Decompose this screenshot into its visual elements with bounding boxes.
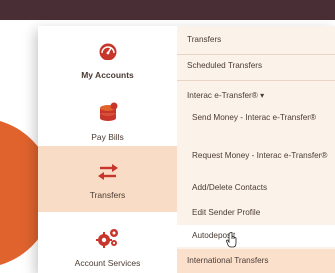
submenu-item-scheduled-transfers[interactable]: Scheduled Transfers [177,60,335,72]
nav-label-account-services: Account Services [74,258,141,268]
submenu-item-autodeposit[interactable]: Autodeposit [177,225,335,247]
screenshot-frame: My Accounts Pay Bills Transfers Account … [0,0,335,273]
submenu-item-request-money[interactable]: Request Money - Interac e-Transfer® [177,150,335,162]
divider [177,54,335,55]
nav-item-transfers[interactable]: Transfers [38,146,177,212]
nav-item-pay-bills[interactable]: Pay Bills [38,86,177,146]
submenu-item-send-money[interactable]: Send Money - Interac e-Transfer® [177,112,335,124]
submenu-item-add-delete-contacts[interactable]: Add/Delete Contacts [177,182,335,194]
submenu-item-transfers[interactable]: Transfers [177,34,335,46]
transfer-arrows-icon [97,164,119,185]
nav-label-my-accounts: My Accounts [81,70,134,80]
submenu-item-international-transfers[interactable]: International Transfers [177,249,335,273]
coins-icon [97,102,119,127]
divider [177,80,335,81]
transfers-submenu: Transfers Scheduled Transfers Interac e-… [177,26,335,273]
nav-label-transfers: Transfers [89,190,126,200]
submenu-item-edit-sender-profile[interactable]: Edit Sender Profile [177,207,335,219]
speedometer-icon [98,42,118,65]
nav-label-pay-bills: Pay Bills [91,132,124,142]
top-bar [0,0,335,20]
nav-item-my-accounts[interactable]: My Accounts [38,26,177,86]
left-nav: My Accounts Pay Bills Transfers Account … [38,26,177,273]
hand-cursor-icon [226,232,238,253]
gears-icon [95,228,120,253]
submenu-item-interac-etransfer[interactable]: Interac e-Transfer® ▾ [177,90,335,102]
nav-item-account-services[interactable]: Account Services [38,212,177,273]
